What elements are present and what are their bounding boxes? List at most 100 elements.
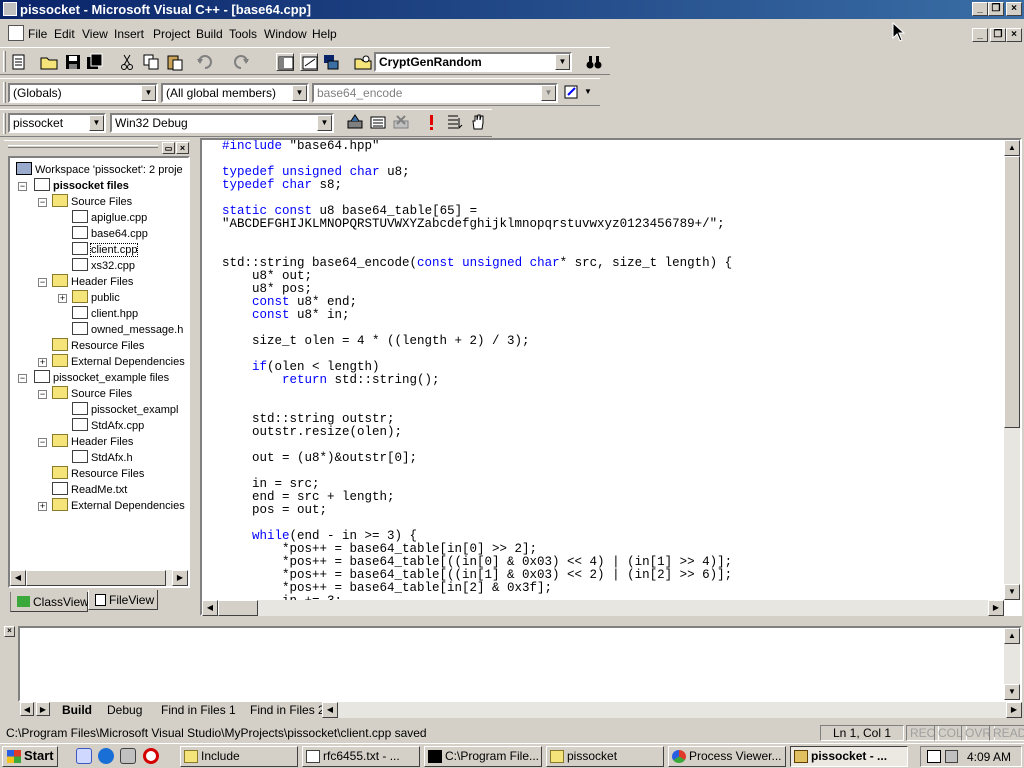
expand-icon[interactable]: + [38,358,47,367]
clock[interactable]: 4:09 AM [967,750,1011,764]
tray-app-icon[interactable] [927,750,941,763]
task-pissocket-vc[interactable]: pissocket - ... [790,746,908,767]
execute-icon[interactable] [422,113,440,131]
doc-minimize-button[interactable]: _ [972,28,988,42]
scroll-down-icon[interactable]: ▼ [1004,584,1020,600]
tab-debug[interactable]: Debug [107,703,142,719]
tree-file-apiglue[interactable]: apiglue.cpp [72,210,147,226]
code-line[interactable]: end = src + length; [222,491,1002,504]
task-pissocket-folder[interactable]: pissocket [546,746,664,767]
menu-view[interactable]: View [82,27,108,41]
doc-close-button[interactable]: × [1006,28,1022,42]
chevron-down-icon[interactable]: ▼ [317,115,332,131]
code-line[interactable]: size_t olen = 4 * ((length + 2) / 3); [222,335,1002,348]
redo-icon[interactable] [232,53,250,71]
tree-file-readme[interactable]: ReadMe.txt [52,482,127,498]
code-text[interactable]: #include "base64.hpp" typedef unsigned c… [222,140,1002,600]
output-text-area[interactable]: ▲ ▼ [18,626,1022,702]
menu-insert[interactable]: Insert [114,27,144,41]
tab-scroll-right-icon[interactable]: ▶ [36,702,50,716]
collapse-icon[interactable]: − [38,198,47,207]
collapse-icon[interactable]: − [38,438,47,447]
expand-icon[interactable]: + [58,294,67,303]
tree-file-owned-message[interactable]: owned_message.h [72,322,183,338]
task-rfc6455[interactable]: rfc6455.txt - ... [302,746,420,767]
scroll-left-icon[interactable]: ◀ [202,600,218,616]
code-line[interactable] [222,387,1002,400]
chevron-down-icon[interactable]: ▼ [141,85,156,101]
scroll-right-icon[interactable]: ▶ [172,570,188,586]
code-line[interactable]: typedef char s8; [222,179,1002,192]
copy-icon[interactable] [142,53,160,71]
members-combo[interactable]: (All global members) ▼ [161,83,309,103]
tree-file-client-hpp[interactable]: client.hpp [72,306,138,322]
cut-icon[interactable] [118,53,136,71]
window-list-icon[interactable] [322,53,340,71]
file-tree[interactable]: Workspace 'pissocket': 2 proje − pissock… [8,156,190,588]
menu-window[interactable]: Window [264,27,307,41]
project-combo[interactable]: pissocket ▼ [8,113,106,133]
code-line[interactable]: std::string base64_encode(const unsigned… [222,257,1002,270]
collapse-icon[interactable]: − [38,390,47,399]
collapse-icon[interactable]: − [18,374,27,383]
doc-restore-button[interactable]: ❐ [990,28,1006,42]
wizard-dropdown-icon[interactable]: ▼ [584,87,592,96]
code-line[interactable] [222,465,1002,478]
tree-file-xs32[interactable]: xs32.cpp [72,258,135,274]
chevron-down-icon[interactable]: ▼ [555,54,570,70]
tree-folder-resource[interactable]: Resource Files [52,338,144,354]
code-line[interactable]: return std::string(); [222,374,1002,387]
tab-build[interactable]: Build [62,703,92,719]
config-combo[interactable]: Win32 Debug ▼ [110,113,334,133]
new-text-file-icon[interactable] [10,53,28,71]
scroll-thumb[interactable] [1004,156,1020,428]
scroll-thumb[interactable] [26,570,166,586]
paste-icon[interactable] [166,53,184,71]
tree-file-stdafx-cpp[interactable]: StdAfx.cpp [72,418,144,434]
collapse-icon[interactable]: − [18,182,27,191]
output-toggle-icon[interactable] [300,53,318,71]
panel-restore-icon[interactable]: ▭ [162,142,175,154]
chevron-down-icon[interactable]: ▼ [89,115,104,131]
code-line[interactable]: "ABCDEFGHIJKLMNOPQRSTUVWXYZabcdefghijklm… [222,218,1002,231]
expand-icon[interactable]: + [38,502,47,511]
globals-combo[interactable]: (Globals) ▼ [8,83,158,103]
scroll-up-icon[interactable]: ▲ [1004,140,1020,156]
tree-file-base64[interactable]: base64.cpp [72,226,148,242]
scroll-up-icon[interactable]: ▲ [1004,628,1020,644]
minimize-button[interactable]: _ [972,2,988,16]
tab-classview[interactable]: ClassView [10,592,89,612]
code-line[interactable]: const u8* in; [222,309,1002,322]
menu-build[interactable]: Build [196,27,223,41]
tree-project-pissocket[interactable]: pissocket files [34,178,129,194]
code-line[interactable]: u8* out; [222,270,1002,283]
code-line[interactable]: out = (u8*)&outstr[0]; [222,452,1002,465]
task-process-viewer[interactable]: Process Viewer... [668,746,786,767]
editor-vscrollbar[interactable]: ▲ ▼ [1004,140,1020,600]
editor-hscrollbar[interactable]: ◀ ▶ [202,600,1004,616]
menu-project[interactable]: Project [153,27,190,41]
tree-folder-header-2[interactable]: Header Files [52,434,133,450]
output-close-icon[interactable]: × [4,626,15,637]
panel-close-icon[interactable]: × [176,142,189,154]
code-line[interactable]: outstr.resize(olen); [222,426,1002,439]
tree-folder-source[interactable]: Source Files [52,194,132,210]
save-all-icon[interactable] [86,53,104,71]
show-desktop-icon[interactable] [76,748,92,764]
wizard-actions-icon[interactable] [563,84,581,102]
find-combo[interactable]: CryptGenRandom ▼ [374,52,572,72]
close-button[interactable]: × [1006,2,1022,16]
collapse-icon[interactable]: − [38,278,47,287]
breakpoint-hand-icon[interactable] [469,113,487,131]
menu-tools[interactable]: Tools [229,27,257,41]
network-icon[interactable] [120,748,136,764]
menu-file[interactable]: File [28,27,47,41]
task-include[interactable]: Include [180,746,298,767]
save-icon[interactable] [64,53,82,71]
tree-hscrollbar[interactable]: ◀ ▶ [10,570,188,586]
undo-icon[interactable] [196,53,214,71]
tree-folder-public[interactable]: public [72,290,120,306]
opera-icon[interactable] [143,748,159,764]
tree-file-stdafx-h[interactable]: StdAfx.h [72,450,133,466]
code-line[interactable] [222,231,1002,244]
